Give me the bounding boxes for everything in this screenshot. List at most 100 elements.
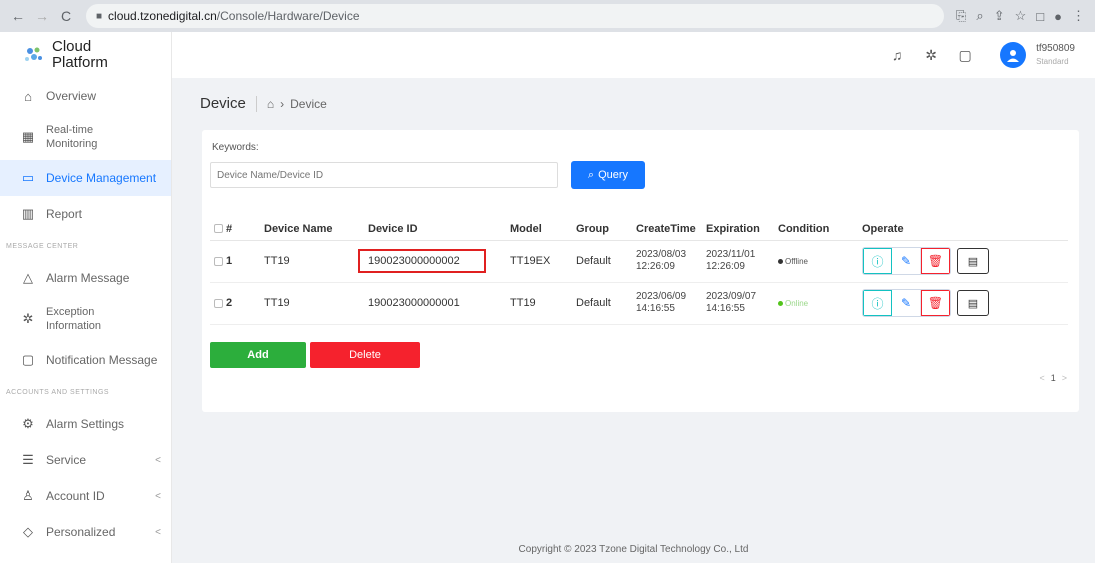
chart-icon: ▥: [21, 206, 35, 221]
sidebar-item-service[interactable]: ☰ Service <: [0, 442, 171, 478]
group-title-accounts-settings: ACCOUNTS AND SETTINGS: [6, 388, 110, 396]
cell-createtime: 2023/08/03 12:26:09: [632, 240, 702, 283]
sidebar-item-report[interactable]: ▥ Report: [0, 196, 171, 232]
address-bar[interactable]: ■ cloud.tzonedigital.cn/Console/Hardware…: [86, 4, 944, 28]
table-row: 2 TT19 190023000000001 TT19 Default 2023…: [210, 282, 1068, 325]
url-host: cloud.tzonedigital.cn: [108, 9, 217, 23]
breadcrumb-divider: [255, 95, 257, 112]
row-select: 2: [210, 282, 260, 325]
translate-icon[interactable]: ⎘: [956, 8, 966, 24]
user-icon: ♙: [22, 488, 34, 503]
user-tier: Standard: [1036, 57, 1069, 66]
bug-icon[interactable]: ✲: [922, 46, 940, 64]
sidebar-item-label: Service: [46, 453, 87, 467]
logo-line1: Cloud: [52, 38, 92, 55]
edit-button[interactable]: ✎: [892, 248, 921, 274]
logo-line2: Platform: [52, 54, 108, 71]
forward-icon[interactable]: →: [32, 6, 52, 26]
share-icon[interactable]: ⇪: [994, 8, 1005, 24]
sidebar-item-personalized[interactable]: ◇ Personalized <: [0, 514, 171, 550]
status-badge: Offline: [778, 257, 854, 266]
bookmark-star-icon[interactable]: ☆: [1015, 8, 1027, 24]
table-header-row: # Device Name Device ID Model Group Crea…: [210, 218, 1068, 241]
chevron-left-icon: <: [155, 526, 161, 538]
status-badge: Online: [778, 299, 854, 308]
breadcrumb-current: Device: [290, 96, 327, 111]
header-group: Group: [572, 218, 632, 241]
user-info[interactable]: tf950809 Standard: [1036, 42, 1075, 68]
sidebar-item-label: Exception: [46, 306, 95, 318]
alarm-settings-icon: ⚙: [22, 416, 34, 431]
avatar[interactable]: [1000, 42, 1027, 68]
zoom-icon[interactable]: ⌕: [976, 8, 983, 24]
breadcrumb: Device ⌂ › Device: [200, 95, 327, 112]
header-device-name: Device Name: [260, 218, 364, 241]
footer-copyright: Copyright © 2023 Tzone Digital Technolog…: [518, 544, 749, 555]
logo[interactable]: Cloud Platform: [0, 32, 171, 78]
user-icon: [1007, 50, 1020, 62]
back-icon[interactable]: ←: [8, 6, 28, 26]
bug-icon: ✲: [22, 311, 34, 326]
info-button[interactable]: ⓘ: [863, 248, 892, 274]
sidebar-item-label: Alarm Settings: [46, 417, 125, 431]
chevron-left-icon: <: [155, 454, 161, 466]
diamond-icon: ◇: [23, 524, 33, 539]
breadcrumb-separator-icon: ›: [280, 96, 285, 111]
profile-icon[interactable]: ●: [1054, 9, 1062, 24]
keywords-label: Keywords:: [212, 142, 259, 153]
sidebar-item-realtime-monitoring[interactable]: ▦ Real-time Monitoring: [0, 114, 171, 160]
search-input[interactable]: [210, 162, 558, 188]
sidebar-item-exception-information[interactable]: ✲ Exception Information: [0, 296, 171, 342]
sidebar-item-notification-message[interactable]: ▢ Notification Message: [0, 342, 171, 378]
browser-toolbar: ← → C ■ cloud.tzonedigital.cn/Console/Ha…: [0, 0, 1095, 32]
row-checkbox[interactable]: [214, 256, 223, 266]
cell-condition: Offline: [774, 240, 858, 283]
prev-page-button[interactable]: <: [1039, 373, 1044, 383]
header-operate: Operate: [858, 218, 1068, 241]
url-path: /Console/Hardware/Device: [216, 9, 360, 23]
delete-button[interactable]: Delete: [310, 342, 420, 368]
window-icon[interactable]: □: [1036, 9, 1044, 24]
query-button[interactable]: ⌕ Query: [571, 161, 645, 189]
select-all-checkbox[interactable]: [214, 224, 223, 234]
sidebar-item-overview[interactable]: ⌂ Overview: [0, 78, 171, 114]
next-page-button[interactable]: >: [1062, 373, 1067, 383]
sidebar-item-alarm-message[interactable]: △ Alarm Message: [0, 260, 171, 296]
cell-group: Default: [572, 240, 632, 283]
sidebar-item-alarm-settings[interactable]: ⚙ Alarm Settings: [0, 406, 171, 442]
row-checkbox[interactable]: [214, 298, 223, 308]
details-button[interactable]: ▤: [957, 290, 989, 316]
add-button[interactable]: Add: [210, 342, 306, 368]
header-condition: Condition: [774, 218, 858, 241]
home-icon[interactable]: ⌂: [267, 97, 274, 111]
bell-icon[interactable]: ♫: [888, 46, 906, 64]
grid-icon: ▦: [21, 129, 35, 144]
header-select: #: [210, 218, 260, 241]
reload-icon[interactable]: C: [56, 6, 76, 26]
cell-expiration: 2023/09/07 14:16:55: [702, 282, 774, 325]
cell-operate: ⓘ ✎ 🗑 ▤: [858, 240, 1068, 283]
cell-model: TT19EX: [506, 240, 572, 283]
header-expiration: Expiration: [702, 218, 774, 241]
sidebar-item-label: Notification Message: [46, 353, 158, 367]
sidebar-item-account-id[interactable]: ♙ Account ID <: [0, 478, 171, 514]
delete-row-button[interactable]: 🗑: [921, 248, 950, 274]
cell-operate: ⓘ ✎ 🗑 ▤: [858, 282, 1068, 325]
cell-device-name: TT19: [260, 282, 364, 325]
cell-group: Default: [572, 282, 632, 325]
edit-button[interactable]: ✎: [892, 290, 921, 316]
sidebar-item-label: Monitoring: [46, 138, 98, 150]
top-header: ♫ ✲ ▢ tf950809 Standard: [172, 32, 1095, 78]
page-number[interactable]: 1: [1051, 373, 1056, 383]
details-button[interactable]: ▤: [957, 248, 989, 274]
message-icon[interactable]: ▢: [956, 46, 974, 64]
delete-row-button[interactable]: 🗑: [921, 290, 950, 316]
status-dot: [778, 300, 783, 306]
cell-createtime: 2023/06/09 14:16:55: [632, 282, 702, 325]
sidebar-item-label: Report: [46, 207, 83, 221]
browser-menu-icon[interactable]: ⋮: [1072, 8, 1085, 24]
message-icon: ▢: [21, 352, 35, 367]
sidebar-item-device-management[interactable]: ▭ Device Management: [0, 160, 171, 196]
info-button[interactable]: ⓘ: [863, 290, 892, 316]
row-select: 1: [210, 240, 260, 283]
